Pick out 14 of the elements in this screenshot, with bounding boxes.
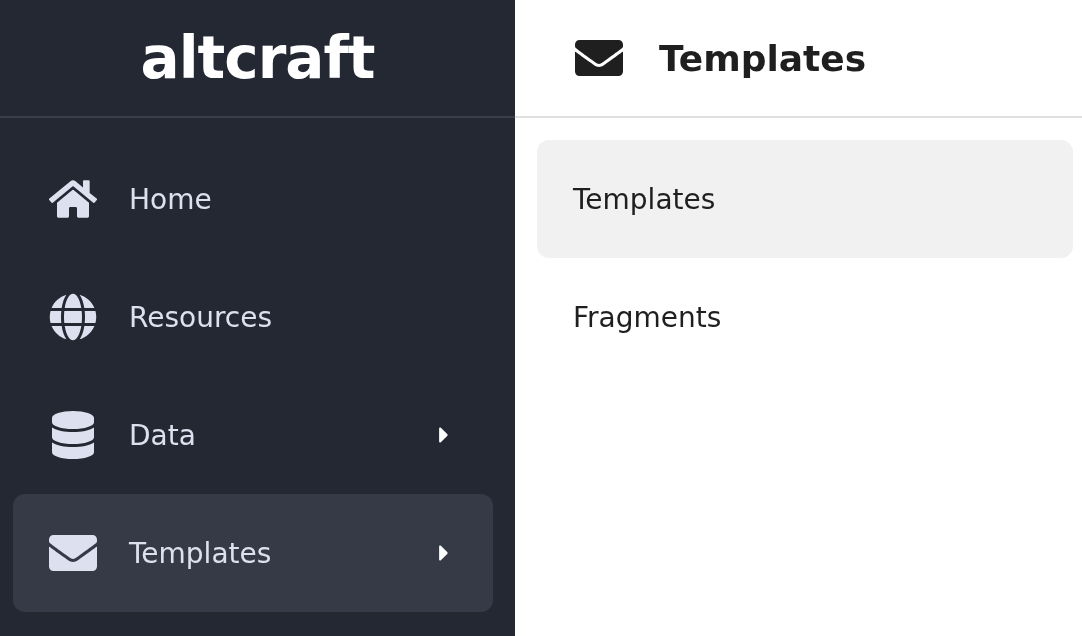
page-title: Templates (659, 37, 867, 79)
logo: altcraft (140, 29, 375, 87)
sidebar-item[interactable]: Data (13, 376, 493, 494)
database-icon (49, 411, 97, 459)
sidebar-item[interactable]: Home (13, 140, 493, 258)
sidebar-item[interactable]: Templates (13, 494, 493, 612)
sidebar-item-label: Home (129, 182, 213, 216)
sidebar-item-label: Data (129, 418, 197, 452)
sidebar-item[interactable]: Resources (13, 258, 493, 376)
submenu-item[interactable]: Templates (537, 140, 1073, 258)
sidebar-item-label: Templates (129, 536, 273, 570)
sidebar-item-label: Resources (129, 300, 273, 334)
globe-icon (49, 293, 97, 341)
submenu-item[interactable]: Fragments (537, 258, 1073, 376)
